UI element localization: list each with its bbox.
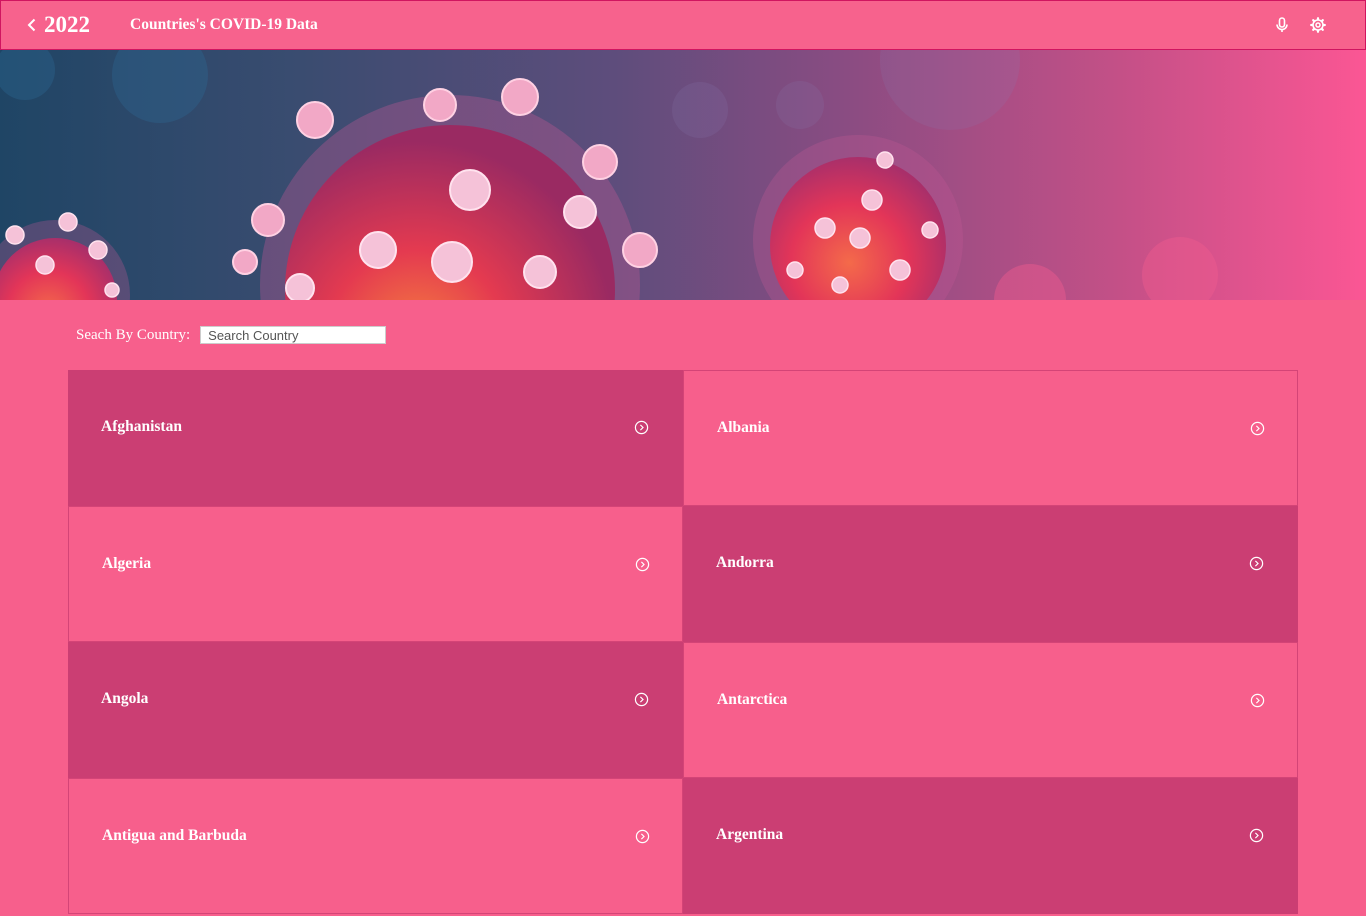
arrow-right-circle-icon (634, 420, 649, 435)
arrow-right-circle-icon (1249, 556, 1264, 571)
country-tile-afghanistan[interactable]: Afghanistan (68, 370, 683, 506)
country-grid: Afghanistan Albania Algeria Andorra Ango… (68, 370, 1298, 914)
app-header: 2022 Countries's COVID-19 Data (0, 0, 1366, 50)
country-name: Antarctica (717, 691, 788, 708)
country-name: Albania (717, 419, 770, 436)
country-tile-albania[interactable]: Albania (683, 370, 1298, 506)
country-tile-argentina[interactable]: Argentina (683, 778, 1298, 914)
country-name: Andorra (716, 554, 774, 571)
coronavirus-banner (0, 50, 1366, 300)
chevron-left-icon (27, 18, 36, 32)
arrow-right-circle-icon (1249, 828, 1264, 843)
country-tile-algeria[interactable]: Algeria (68, 506, 683, 642)
arrow-right-circle-icon (1250, 693, 1265, 708)
country-name: Algeria (102, 555, 152, 572)
country-tile-andorra[interactable]: Andorra (683, 506, 1298, 642)
country-tile-antarctica[interactable]: Antarctica (683, 642, 1298, 778)
search-label: Seach By Country: (76, 326, 191, 343)
search-bar: Seach By Country: (76, 326, 387, 344)
country-name: Argentina (716, 826, 784, 843)
arrow-right-circle-icon (635, 557, 650, 572)
arrow-right-circle-icon (1250, 421, 1265, 436)
gear-icon[interactable] (1309, 16, 1327, 34)
microphone-icon[interactable] (1273, 16, 1291, 34)
country-name: Afghanistan (101, 418, 182, 435)
page-title: Countries's COVID-19 Data (130, 16, 318, 33)
country-name: Antigua and Barbuda (102, 827, 247, 844)
country-tile-antigua-and-barbuda[interactable]: Antigua and Barbuda (68, 778, 683, 914)
country-name: Angola (101, 690, 149, 707)
country-tile-angola[interactable]: Angola (68, 642, 683, 778)
arrow-right-circle-icon (635, 829, 650, 844)
year-label: 2022 (44, 12, 90, 37)
back-button[interactable]: 2022 (25, 9, 90, 41)
arrow-right-circle-icon (634, 692, 649, 707)
search-input[interactable] (200, 326, 387, 344)
